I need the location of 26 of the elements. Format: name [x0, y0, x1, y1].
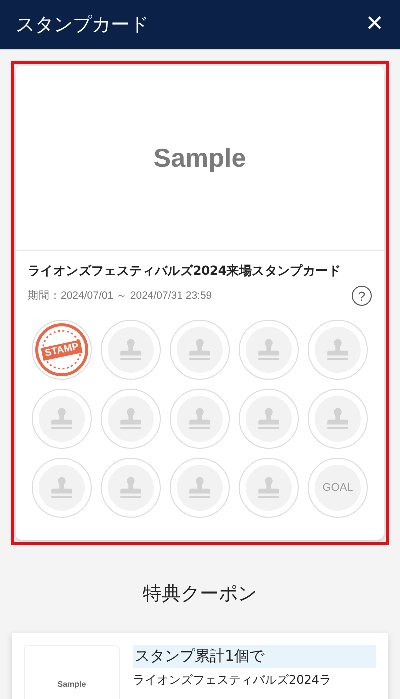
- stamp-icon: [49, 406, 75, 432]
- stamp-icon: [118, 476, 144, 500]
- goal-label: GOAL: [322, 482, 354, 494]
- help-button[interactable]: ?: [352, 286, 372, 306]
- window-title: スタンプカード: [16, 12, 149, 38]
- close-button[interactable]: ✕: [362, 14, 388, 36]
- coupon-card[interactable]: Sample スタンプ累計1個で ライオンズフェスティバルズ2024ラ: [12, 633, 388, 699]
- stamp-icon: [256, 406, 282, 432]
- stamp-icon: [256, 338, 282, 362]
- stamp-icon: [187, 338, 213, 362]
- stamp-icon: [256, 476, 282, 500]
- stamp-icon: [325, 406, 351, 432]
- placeholder-label: Sample: [154, 142, 246, 174]
- placeholder-label: Sample: [58, 680, 86, 689]
- stamp-icon: [118, 338, 144, 362]
- coupon-description: ライオンズフェスティバルズ2024ラ: [133, 672, 333, 689]
- coupon-title: スタンプ累計1個で: [133, 645, 376, 668]
- card-title: ライオンズフェスティバルズ2024来場スタンプカード: [28, 263, 342, 280]
- stamp-icon: [187, 476, 213, 500]
- stamp-label: STAMP: [40, 339, 84, 361]
- section-heading: 特典クーポン: [142, 582, 258, 607]
- stamp-icon: [187, 406, 213, 432]
- period-text: 期間：2024/07/01 ～ 2024/07/31 23:59: [28, 289, 212, 303]
- stamp-icon: [118, 406, 144, 432]
- stamp-icon: [49, 476, 75, 500]
- stamp-icon: [325, 338, 351, 362]
